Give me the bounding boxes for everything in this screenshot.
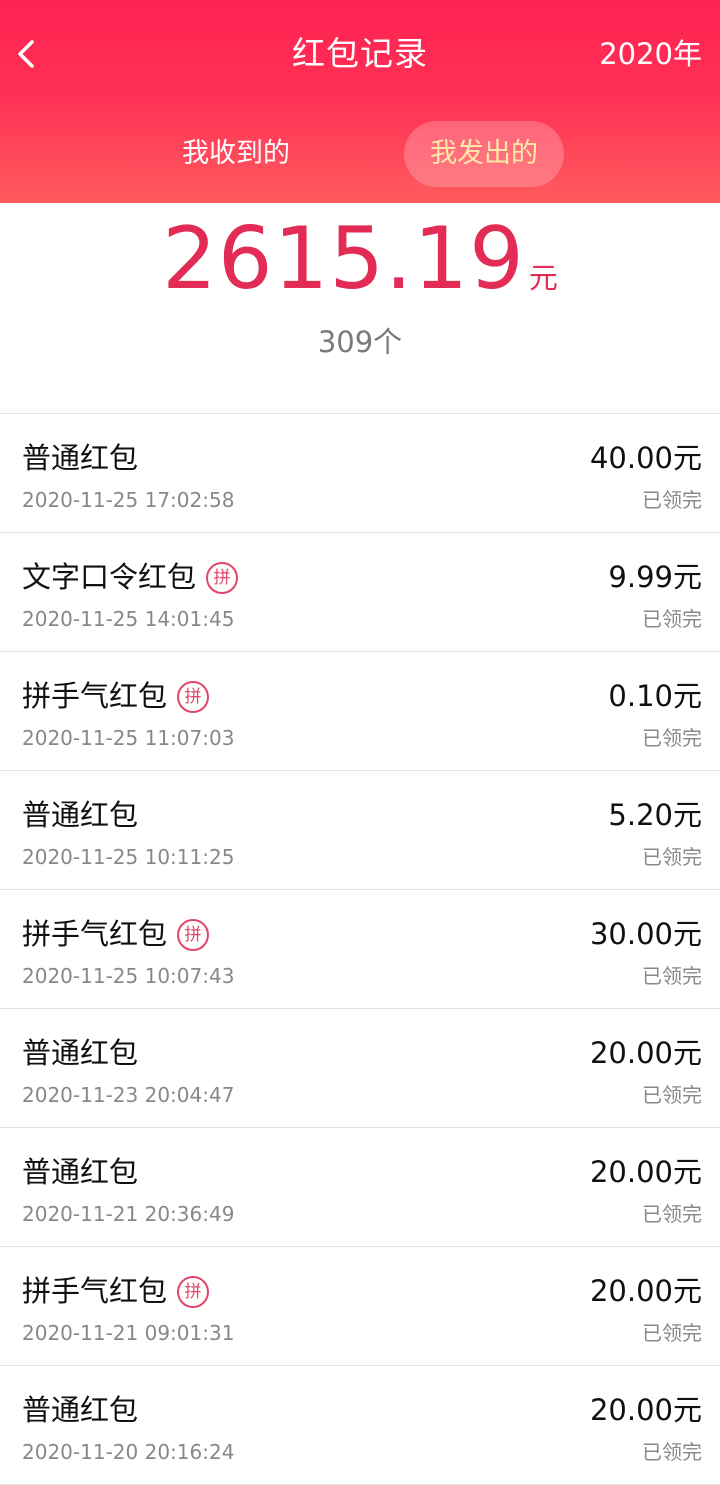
- tab-bar: 我收到的 我发出的: [0, 121, 720, 187]
- record-type: 普通红包: [22, 1155, 139, 1189]
- tab-received[interactable]: 我收到的: [158, 121, 314, 187]
- record-amount: 20.00元: [589, 1393, 702, 1427]
- lucky-badge-icon: 拼: [206, 562, 238, 594]
- record-amount: 9.99元: [608, 560, 702, 594]
- record-date: 2020-11-23 20:04:47: [22, 1083, 235, 1107]
- record-date: 2020-11-20 20:16:24: [22, 1440, 235, 1464]
- total-line: 2615.19 元: [0, 211, 720, 307]
- year-selector[interactable]: 2020年: [599, 34, 702, 74]
- record-status: 已领完: [642, 488, 702, 512]
- record-amount: 0.10元: [608, 679, 702, 713]
- header: 红包记录 2020年 我收到的 我发出的: [0, 0, 720, 203]
- list-item[interactable]: 普通红包 2020-11-20 20:16:24 20.00元已领完: [0, 1366, 720, 1485]
- record-date: 2020-11-25 10:11:25: [22, 845, 235, 869]
- list-item[interactable]: 拼手气红包拼 2020-11-21 09:01:31 20.00元已领完: [0, 1247, 720, 1366]
- record-status: 已领完: [642, 1202, 702, 1226]
- record-status: 已领完: [642, 1321, 702, 1345]
- packet-count: 309个: [317, 325, 403, 359]
- list-item[interactable]: 文字口令红包拼 2020-11-25 14:01:45 9.99元已领完: [0, 533, 720, 652]
- record-type: 拼手气红包: [22, 679, 168, 713]
- record-type: 普通红包: [22, 1393, 139, 1427]
- record-type: 普通红包: [22, 798, 139, 832]
- record-status: 已领完: [642, 726, 702, 750]
- record-amount: 20.00元: [589, 1274, 702, 1308]
- record-status: 已领完: [642, 607, 702, 631]
- record-type: 拼手气红包: [22, 917, 168, 951]
- record-status: 已领完: [642, 1083, 702, 1107]
- lucky-badge-icon: 拼: [177, 681, 209, 713]
- list-item[interactable]: 拼手气红包拼 2020-11-25 10:07:43 30.00元已领完: [0, 890, 720, 1009]
- record-amount: 5.20元: [608, 798, 702, 832]
- record-amount: 20.00元: [589, 1155, 702, 1189]
- record-type: 文字口令红包: [22, 560, 197, 594]
- list-item[interactable]: 普通红包 2020-11-25 10:11:25 5.20元已领完: [0, 771, 720, 890]
- list-item[interactable]: 普通红包 2020-11-25 17:02:58 40.00元已领完: [0, 414, 720, 533]
- lucky-badge-icon: 拼: [177, 1276, 209, 1308]
- list-item[interactable]: 普通红包 2020-11-23 20:04:47 20.00元已领完: [0, 1009, 720, 1128]
- record-amount: 40.00元: [589, 441, 702, 475]
- record-type: 拼手气红包: [22, 1274, 168, 1308]
- record-type: 普通红包: [22, 441, 139, 475]
- total-unit: 元: [528, 261, 558, 295]
- total-amount: 2615.19: [162, 209, 525, 309]
- record-date: 2020-11-25 11:07:03: [22, 726, 235, 750]
- tab-sent[interactable]: 我发出的: [404, 121, 564, 187]
- record-date: 2020-11-21 20:36:49: [22, 1202, 235, 1226]
- record-amount: 20.00元: [589, 1036, 702, 1070]
- record-status: 已领完: [642, 964, 702, 988]
- record-date: 2020-11-25 14:01:45: [22, 607, 235, 631]
- record-list: 普通红包 2020-11-25 17:02:58 40.00元 已领完 文字口令红包拼 2…: [0, 413, 720, 1485]
- record-date: 2020-11-21 09:01:31: [22, 1321, 235, 1345]
- record-date: 2020-11-25 17:02:58: [22, 488, 235, 512]
- lucky-badge-icon: 拼: [177, 919, 209, 951]
- list-item[interactable]: 拼手气红包拼 2020-11-25 11:07:03 0.10元已领完: [0, 652, 720, 771]
- record-date: 2020-11-25 10:07:43: [22, 964, 235, 988]
- summary: 2615.19 元 309个: [0, 203, 720, 413]
- record-status: 已领完: [642, 1440, 702, 1464]
- list-item[interactable]: 普通红包 2020-11-21 20:36:49 20.00元已领完: [0, 1128, 720, 1247]
- record-type: 普通红包: [22, 1036, 139, 1070]
- record-amount: 30.00元: [589, 917, 702, 951]
- record-status: 已领完: [642, 845, 702, 869]
